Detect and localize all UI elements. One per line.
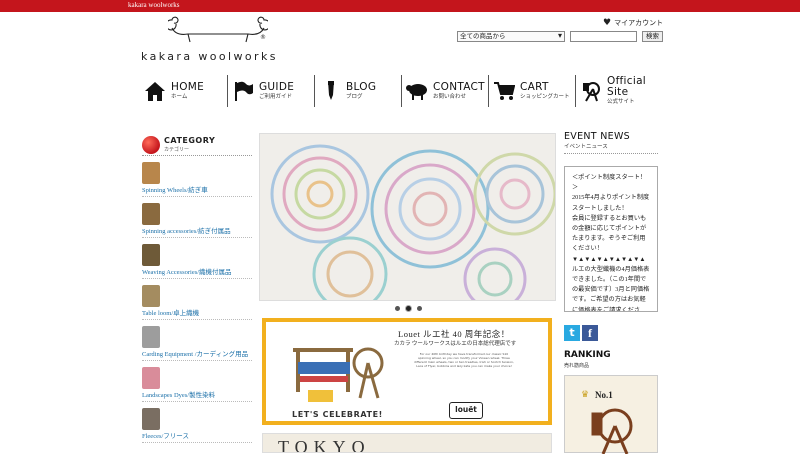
nav-guide-sublabel: ご利用ガイド bbox=[259, 94, 293, 100]
facebook-icon[interactable]: f bbox=[582, 325, 598, 341]
nav-official-site[interactable]: Official Site 公式サイト bbox=[575, 75, 662, 107]
woven-circles-image bbox=[260, 134, 555, 300]
site-logo[interactable]: ® kakara woolworks bbox=[138, 14, 308, 64]
category-subtitle: カテゴリー bbox=[164, 147, 190, 153]
category-item[interactable]: Spinning accessories/紡ぎ付属品 bbox=[142, 197, 252, 238]
tokyo-banner-text: TOKYO bbox=[278, 437, 371, 453]
event-line: 会員に登録するとお買いもの金額に応じてポイントがたまります。ぞうぞご利用ください… bbox=[572, 214, 647, 253]
louet-logo: louët bbox=[449, 402, 483, 419]
banner-celebrate-text: LET'S CELEBRATE! bbox=[292, 410, 383, 419]
nav-guide[interactable]: GUIDE ご利用ガイド bbox=[227, 75, 314, 107]
tokyo-banner[interactable]: TOKYO bbox=[262, 433, 552, 453]
top-bar-text: kakara woolworks bbox=[128, 1, 180, 9]
category-link[interactable]: Landscapes Dyes/製性染料 bbox=[142, 389, 215, 399]
registered-mark: ® bbox=[260, 34, 266, 41]
yarn-ball-icon bbox=[142, 135, 160, 154]
category-link[interactable]: Spinning Wheels/紡ぎ車 bbox=[142, 184, 208, 194]
category-header: CATEGORY カテゴリー bbox=[142, 134, 252, 156]
spinning-wheel-product-image bbox=[591, 408, 633, 454]
banner-subtitle: カカラ ウールワークスはルエの日本総代理店です bbox=[394, 341, 517, 347]
slider-dot[interactable] bbox=[395, 306, 400, 311]
category-link[interactable]: Table loom/卓上織機 bbox=[142, 307, 199, 317]
slider-pagination bbox=[395, 306, 422, 311]
event-news-box: ＜ポイント制度スタート！＞ 2015年4月よりポイント制度スタートしました！ 会… bbox=[564, 166, 658, 312]
category-thumbnail bbox=[142, 408, 160, 430]
category-item[interactable]: Landscapes Dyes/製性染料 bbox=[142, 361, 252, 402]
category-thumbnail bbox=[142, 285, 160, 307]
search-input[interactable] bbox=[570, 31, 637, 42]
nav-blog-sublabel: ブログ bbox=[346, 94, 363, 100]
category-thumbnail bbox=[142, 326, 160, 348]
category-item[interactable]: Weaving Accessories/織機付属品 bbox=[142, 238, 252, 279]
main-nav: HOME ホーム GUIDE ご利用ガイド BLOG ブログ CONTACT お問い合わ… bbox=[140, 75, 662, 107]
category-link[interactable]: Weaving Accessories/織機付属品 bbox=[142, 266, 232, 276]
nav-blog[interactable]: BLOG ブログ bbox=[314, 75, 401, 107]
nav-guide-label: GUIDE bbox=[259, 80, 295, 93]
logo-text: kakara woolworks bbox=[141, 50, 278, 63]
sheep-icon bbox=[406, 84, 427, 100]
nav-blog-label: BLOG bbox=[346, 80, 377, 93]
nav-official-site-label: Official Site bbox=[607, 75, 647, 98]
social-links: t f bbox=[564, 325, 598, 341]
slider-dot-active[interactable] bbox=[406, 306, 411, 311]
event-line: ▼▲▼▲▼▲▼▲▼▲▼▲ bbox=[572, 255, 646, 263]
category-link[interactable]: Fleeces/フリース bbox=[142, 430, 189, 440]
event-news: EVENT NEWS イベントニュース ＜ポイント制度スタート！＞ 2015年4… bbox=[564, 131, 658, 312]
ranking-position: No.1 bbox=[595, 390, 613, 400]
house-icon bbox=[145, 82, 165, 101]
category-thumbnail bbox=[142, 203, 160, 225]
nav-contact-sublabel: お問い合わせ bbox=[433, 94, 467, 100]
category-item[interactable]: Spinning Wheels/紡ぎ車 bbox=[142, 156, 252, 197]
cart-icon bbox=[494, 82, 515, 100]
nav-cart[interactable]: CART ショッピングカート bbox=[488, 75, 575, 107]
loom-image bbox=[293, 347, 384, 402]
search-button[interactable]: 検索 bbox=[642, 31, 663, 42]
nav-home-sublabel: ホーム bbox=[171, 94, 188, 100]
event-news-title: EVENT NEWS bbox=[564, 131, 630, 142]
event-line: ＜ポイント制度スタート！＞ bbox=[572, 174, 647, 192]
nav-home-label: HOME bbox=[171, 80, 205, 93]
category-select[interactable]: 全ての商品から bbox=[457, 31, 565, 42]
ranking-title: RANKING bbox=[564, 350, 611, 360]
category-link[interactable]: Carding Equipment /カーディング用品 bbox=[142, 348, 248, 358]
category-item[interactable]: Table loom/卓上織機 bbox=[142, 279, 252, 320]
category-thumbnail bbox=[142, 162, 160, 184]
search-bar: 全ての商品から 検索 bbox=[457, 31, 663, 42]
category-title: CATEGORY bbox=[164, 136, 216, 145]
event-line: ルエの大型織機の4月価格表できました。（この1年間での最安価です）3月と同価格で… bbox=[572, 265, 650, 312]
category-link[interactable]: Spinning accessories/紡ぎ付属品 bbox=[142, 225, 231, 235]
slider-dot[interactable] bbox=[417, 306, 422, 311]
my-account-label: マイアカウント bbox=[614, 19, 664, 27]
category-item[interactable]: Carding Equipment /カーディング用品 bbox=[142, 320, 252, 361]
category-thumbnail bbox=[142, 367, 160, 389]
nav-contact-label: CONTACT bbox=[433, 80, 485, 93]
hero-slider-image[interactable] bbox=[259, 133, 556, 301]
louet-anniversary-banner[interactable]: Louet ルエ社 40 周年記念！ カカラ ウールワークスはルエの日本総代理店… bbox=[262, 318, 552, 425]
top-bar: kakara woolworks bbox=[0, 0, 800, 12]
nav-cart-sublabel: ショッピングカート bbox=[520, 94, 570, 100]
pen-icon bbox=[328, 81, 334, 100]
nav-contact[interactable]: CONTACT お問い合わせ bbox=[401, 75, 488, 107]
my-account-link[interactable]: ♥ マイアカウント bbox=[603, 18, 663, 28]
nav-official-site-sublabel: 公式サイト bbox=[607, 99, 635, 106]
ranking-subtitle: 売れ筋商品 bbox=[564, 363, 590, 369]
banner-body: For our 40th birthday we have transforme… bbox=[414, 352, 514, 368]
heart-icon: ♥ bbox=[603, 18, 612, 28]
twitter-icon[interactable]: t bbox=[564, 325, 580, 341]
nav-cart-label: CART bbox=[520, 80, 549, 93]
crown-icon: ♛ bbox=[581, 390, 590, 400]
ranking-item[interactable]: ♛ No.1 bbox=[564, 375, 658, 454]
category-item[interactable]: Fleeces/フリース bbox=[142, 402, 252, 443]
event-news-subtitle: イベントニュース bbox=[564, 142, 658, 154]
event-line: 2015年4月よりポイント制度スタートしました！ bbox=[572, 194, 650, 212]
category-thumbnail bbox=[142, 244, 160, 266]
logo-mark-icon bbox=[168, 16, 268, 43]
nav-home[interactable]: HOME ホーム bbox=[140, 75, 227, 107]
category-sidebar: CATEGORY カテゴリー Spinning Wheels/紡ぎ車 Spinn… bbox=[142, 134, 252, 443]
spinning-wheel-icon bbox=[583, 82, 600, 102]
flag-icon bbox=[235, 81, 253, 101]
